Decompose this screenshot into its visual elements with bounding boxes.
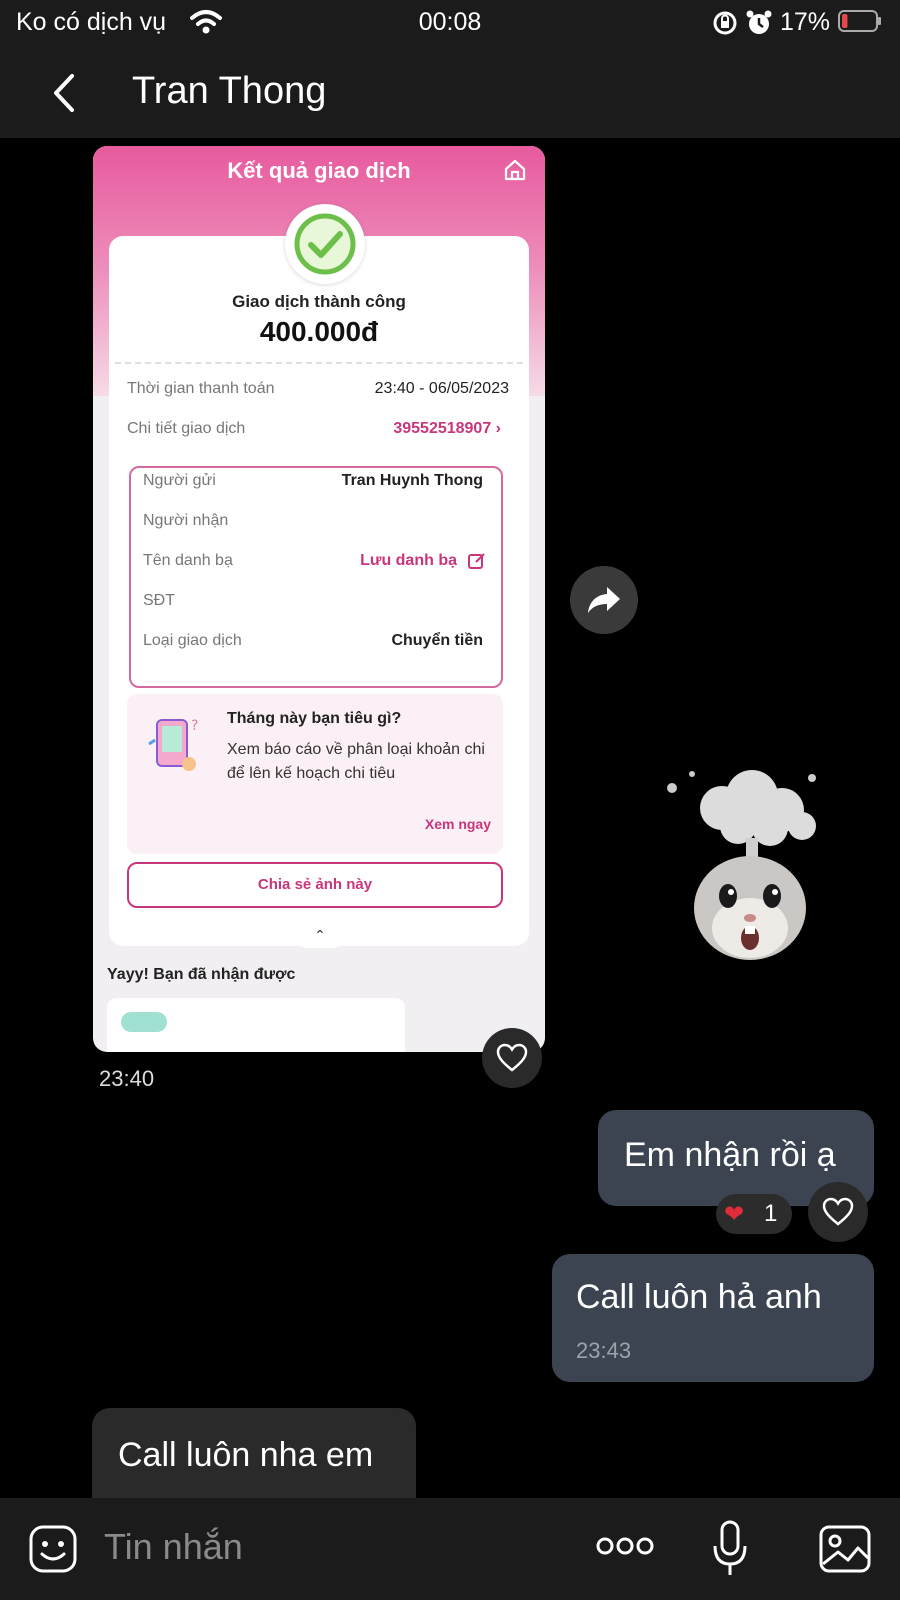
forward-button[interactable]	[570, 566, 638, 634]
phone-label: SĐT	[143, 592, 175, 609]
message-input-bar: Tin nhắn	[0, 1498, 900, 1600]
check-circle-icon	[294, 213, 356, 275]
forward-arrow-icon	[588, 587, 620, 613]
message-text: Call luôn nha em	[118, 1436, 374, 1474]
received-card-badge	[121, 1012, 167, 1032]
view-now-link: Xem ngay	[424, 816, 491, 832]
home-icon	[504, 159, 526, 181]
transaction-detail-label: Chi tiết giao dịch	[127, 420, 246, 437]
heart-outline-icon	[496, 1043, 528, 1072]
message-input[interactable]: Tin nhắn	[104, 1526, 243, 1568]
contact-name[interactable]: Tran Thong	[132, 70, 326, 113]
receiver-label: Người nhận	[143, 512, 229, 529]
transaction-type-label: Loại giao dịch	[143, 632, 242, 649]
sender-label: Người gửi	[143, 472, 216, 489]
battery-percent: 17%	[780, 8, 831, 36]
receipt-title: Kết quả giao dịch	[227, 158, 411, 183]
heart-icon: ❤	[724, 1201, 745, 1228]
mind-blown-hamster-sticker[interactable]	[662, 768, 832, 968]
promo-title: Tháng này bạn tiêu gì?	[227, 710, 402, 727]
transaction-receipt-image[interactable]: Kết quả giao dịch Giao dịch thành công 4…	[93, 146, 545, 1052]
transaction-type-value: Chuyển tiền	[391, 632, 483, 649]
transaction-id-link: 39552518907 ›	[393, 420, 501, 437]
outgoing-message[interactable]: Call luôn hả anh 23:43	[552, 1254, 874, 1382]
message-timestamp: 23:43	[576, 1338, 632, 1363]
contact-name-label: Tên danh bạ	[143, 552, 233, 569]
message-text: Call luôn hả anh	[576, 1278, 822, 1316]
image-icon[interactable]	[818, 1524, 872, 1574]
phone-report-icon: ?	[148, 718, 198, 771]
promo-text: Xem báo cáo về phân loại khoản chi để lê…	[227, 741, 485, 782]
reaction-count: 1	[764, 1200, 778, 1227]
edit-icon	[468, 553, 485, 569]
alarm-icon	[746, 10, 772, 34]
emoji-icon[interactable]	[28, 1524, 78, 1574]
transaction-status: Giao dịch thành công	[232, 292, 406, 311]
chevron-left-icon[interactable]	[48, 70, 78, 116]
payment-time-label: Thời gian thanh toán	[127, 380, 275, 397]
transaction-info-box	[129, 466, 503, 688]
svg-text:?: ?	[191, 718, 198, 734]
sender-value: Tran Huynh Thong	[341, 472, 483, 489]
battery-icon	[838, 10, 881, 32]
more-icon[interactable]	[596, 1534, 654, 1558]
heart-outline-icon	[822, 1197, 854, 1226]
share-image-button: Chia sẻ ảnh này	[127, 862, 503, 908]
reaction-badge[interactable]: ❤ 1	[716, 1194, 792, 1234]
status-bar: Ko có dịch vụ 00:08 17%	[0, 0, 900, 48]
payment-time-value: 23:40 - 06/05/2023	[374, 380, 509, 397]
chat-header: Tran Thong	[0, 48, 900, 138]
divider	[115, 362, 523, 364]
message-text: Em nhận rồi ạ	[624, 1136, 836, 1174]
success-check-badge	[285, 204, 365, 284]
rotation-lock-icon	[713, 11, 737, 35]
like-message-button[interactable]	[808, 1182, 868, 1242]
received-heading: Yayy! Bạn đã nhận được	[107, 966, 296, 983]
microphone-icon[interactable]	[712, 1520, 748, 1578]
image-timestamp: 23:40	[99, 1066, 155, 1091]
transaction-amount: 400.000đ	[259, 316, 379, 347]
save-contact-link: Lưu danh bạ	[360, 552, 457, 569]
like-image-button[interactable]	[482, 1028, 542, 1088]
